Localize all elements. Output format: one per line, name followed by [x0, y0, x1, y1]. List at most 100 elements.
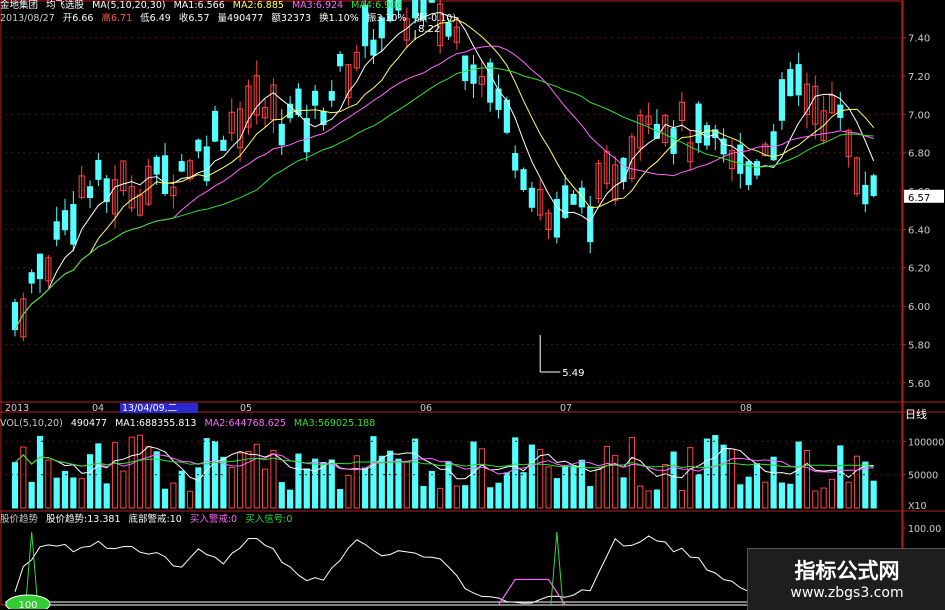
ma2-line — [14, 18, 875, 330]
volume-bar — [595, 468, 602, 509]
candle-body — [795, 64, 802, 96]
volume-bar — [753, 463, 761, 509]
ind-buy-signal: 买入信号:0 — [245, 514, 293, 525]
volume-bar — [370, 436, 377, 509]
candle-body — [578, 187, 585, 208]
candle-body — [737, 144, 744, 174]
volume-bar — [712, 435, 719, 509]
date-tick-label: 07 — [560, 403, 572, 414]
buy-signal-spike-2 — [550, 531, 564, 606]
volume-bar — [570, 465, 577, 509]
ind-warn: 底部警戒:10 — [128, 514, 182, 525]
volume-bar — [270, 449, 277, 509]
volume-bar — [495, 482, 502, 509]
candle-body — [487, 62, 494, 103]
change: 涨(-0.10)- — [414, 13, 460, 24]
volume-bar — [628, 437, 635, 509]
high-annotation-label: 8.22 — [418, 24, 440, 35]
volume-bar — [70, 477, 77, 509]
candle-body — [328, 91, 335, 101]
volume-bar — [161, 488, 169, 509]
date-tick-label: 2013 — [5, 403, 29, 414]
volume-bar — [136, 434, 144, 509]
date-tick-label: 05 — [240, 403, 252, 414]
watermark-title: 指标公式网 — [794, 559, 900, 583]
volume-bar — [195, 467, 202, 509]
volume-bar — [378, 455, 385, 509]
ma3-value: MA3:6.924 — [291, 0, 344, 11]
volume-bar — [528, 444, 535, 509]
price-tick-label: 6.80 — [908, 149, 930, 160]
volume-bar — [462, 485, 469, 509]
volume-bar — [362, 467, 369, 509]
candle-body — [753, 161, 761, 176]
volume-bar — [86, 454, 94, 509]
high: 高6.71 — [101, 13, 133, 24]
candle-body — [70, 204, 77, 245]
volume-bar — [53, 477, 60, 509]
volume-bar — [445, 461, 452, 509]
volume-bar — [778, 482, 786, 509]
buy-warn-step — [498, 578, 566, 606]
volume-bar — [537, 448, 544, 509]
volume-bar — [353, 455, 360, 509]
volume-bar — [587, 486, 594, 509]
ind-buy-warn: 买入警戒:0 — [189, 514, 238, 525]
price-tick-label: 5.80 — [908, 340, 930, 351]
volume-bar — [245, 451, 252, 509]
volume-bar — [870, 480, 877, 509]
candle-body — [220, 139, 227, 151]
candle-body — [161, 155, 169, 195]
candle-body — [520, 169, 527, 191]
volume-bar — [737, 484, 744, 509]
volume-bar — [845, 481, 852, 509]
volume-bar — [61, 470, 69, 509]
date-tick-label: 06 — [420, 403, 432, 414]
volume-bar — [695, 474, 702, 509]
volume-bar — [520, 472, 527, 509]
price-tick-label: 5.60 — [908, 379, 930, 390]
candle-body — [787, 69, 794, 97]
volume-bar — [787, 483, 794, 509]
indicator-badge-label: 100 — [18, 600, 37, 609]
vol-ma1: MA1:688355.813 — [115, 418, 197, 429]
volume-bar — [678, 490, 686, 509]
candle-body — [470, 64, 477, 84]
volume-bar — [412, 438, 419, 509]
low: 低6.49 — [140, 13, 171, 24]
volume-bar — [453, 485, 460, 509]
ohlc-header: 2013/08/27 开6.66 高6.71 低6.49 收6.57 量4904… — [0, 13, 464, 25]
indicator-header: 股价趋势 股价趋势:13.381 底部警戒:10 买入警戒:0 买入信号:0 — [0, 514, 297, 526]
volume-bar — [45, 459, 52, 509]
price-tick-label: 6.40 — [908, 225, 930, 236]
candle-body — [720, 138, 727, 155]
volume-bar — [36, 435, 44, 509]
watermark: 指标公式网 www.zbgs3.com — [747, 548, 945, 610]
period-label[interactable]: 日线 — [905, 406, 927, 422]
vol-value: 490477 — [70, 418, 108, 429]
candle-body — [28, 272, 35, 284]
volume-bar — [478, 448, 485, 509]
candle-body — [103, 178, 110, 203]
candle-body — [862, 184, 869, 205]
candle-body — [670, 128, 677, 154]
volume-bar — [28, 481, 35, 509]
volume-bar — [278, 482, 285, 509]
volume-bar — [237, 452, 244, 509]
price-tick-label: 6.20 — [908, 264, 930, 275]
vol-ma2: MA2:644768.625 — [204, 418, 286, 429]
volume-bar — [720, 444, 727, 509]
candle-body — [587, 206, 594, 243]
volume-bar — [603, 446, 610, 509]
volume-bar — [503, 472, 510, 509]
volume-bar — [95, 443, 102, 509]
volume-bar — [287, 489, 294, 509]
ma3-line — [14, 45, 874, 330]
volume-tick-label: 100000 — [908, 437, 944, 448]
vol-ma2-line — [14, 453, 874, 475]
stock-name: 金地集团 — [0, 0, 39, 11]
volume-bar — [186, 490, 194, 509]
volume-bar — [437, 487, 444, 509]
volume-header: VOL(5,10,20) 490477 MA1:688355.813 MA2:6… — [0, 418, 380, 430]
turnover: 换1.10% — [319, 13, 359, 24]
